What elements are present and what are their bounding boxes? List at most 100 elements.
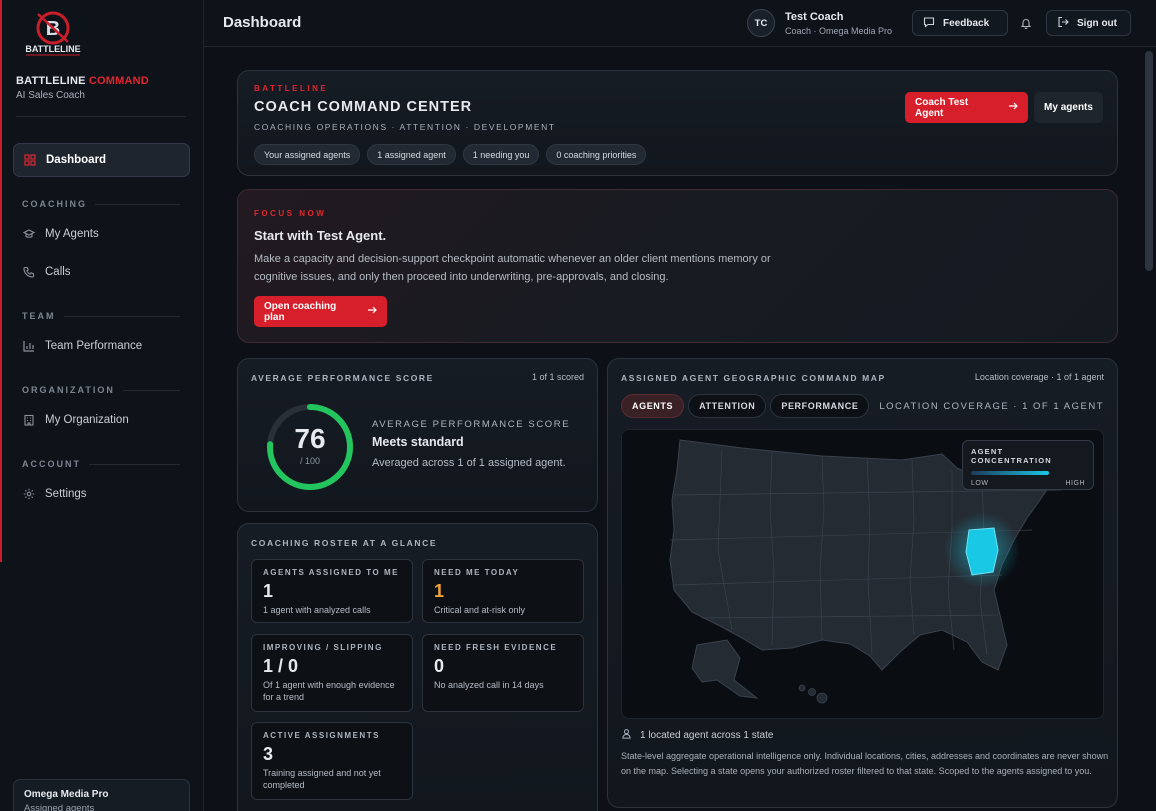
focus-now-card: FOCUS NOW Start with Test Agent. Make a …: [237, 189, 1118, 343]
command-center-card: BATTLELINE COACH COMMAND CENTER COACHING…: [237, 70, 1118, 176]
chip-needing-you: 1 needing you: [462, 144, 540, 165]
score-right-label: AVERAGE PERFORMANCE SCORE: [372, 419, 571, 430]
nav-team-performance-label: Team Performance: [45, 340, 143, 352]
stat-desc: Of 1 agent with enough evidence for a tr…: [263, 680, 395, 702]
state-ohio-highlight: [965, 527, 999, 576]
score-status: Meets standard: [372, 435, 464, 449]
tab-attention[interactable]: ATTENTION: [688, 394, 767, 418]
feedback-button[interactable]: Feedback: [912, 10, 1008, 36]
nav-my-agents[interactable]: My Agents: [13, 217, 190, 251]
stat-value: 1: [434, 581, 445, 601]
nav-dashboard-label: Dashboard: [46, 154, 107, 166]
focus-body: Make a capacity and decision-support che…: [254, 253, 771, 283]
chip-assigned-agents: Your assigned agents: [254, 144, 361, 165]
command-subtitle: COACHING OPERATIONS · ATTENTION · DEVELO…: [254, 122, 556, 132]
legend-gradient: [971, 471, 1049, 475]
nav-section-coaching: COACHING: [22, 199, 180, 209]
nav-dashboard[interactable]: Dashboard: [13, 143, 190, 177]
scrollbar[interactable]: [1145, 51, 1153, 271]
map-legend: AGENT CONCENTRATION LOW HIGH: [962, 440, 1094, 490]
stat-label: ACTIVE ASSIGNMENTS: [263, 731, 380, 740]
geographic-map-card: ASSIGNED AGENT GEOGRAPHIC COMMAND MAP Lo…: [607, 358, 1118, 808]
score-description: Averaged across 1 of 1 assigned agent.: [372, 457, 566, 469]
bell-icon[interactable]: [1020, 16, 1032, 30]
stat-label: NEED ME TODAY: [434, 568, 520, 577]
sidebar: B BATTLELINE BATTLELINE COMMAND AI Sales…: [0, 0, 204, 811]
score-meta: 1 of 1 scored: [531, 372, 584, 382]
gear-icon: [23, 488, 35, 500]
legend-high: HIGH: [1065, 480, 1085, 487]
nav-team-performance[interactable]: Team Performance: [13, 329, 190, 363]
brand-subtitle: AI Sales Coach: [16, 90, 85, 101]
nav-section-team: TEAM: [22, 311, 180, 321]
map-tabs: AGENTS ATTENTION PERFORMANCE: [621, 394, 870, 418]
map-note: State-level aggregate operational intell…: [621, 751, 1109, 776]
command-eyebrow: BATTLELINE: [254, 84, 329, 93]
user-role: Coach · Omega Media Pro: [785, 26, 893, 36]
stat-label: AGENTS ASSIGNED TO ME: [263, 568, 399, 577]
stat-value: 1 / 0: [263, 656, 299, 676]
phone-icon: [23, 266, 35, 278]
stat-need-me-today[interactable]: NEED ME TODAY 1 Critical and at-risk onl…: [422, 559, 584, 623]
user-name: Test Coach: [785, 11, 844, 23]
grid-icon: [24, 154, 36, 166]
sign-out-label: Sign out: [1077, 17, 1117, 29]
nav-section-organization: ORGANIZATION: [22, 385, 180, 395]
logo-text: BATTLELINE: [25, 44, 80, 54]
stat-agents-assigned[interactable]: AGENTS ASSIGNED TO ME 1 1 agent with ana…: [251, 559, 413, 623]
bar-chart-icon: [23, 340, 35, 352]
stat-desc: Training assigned and not yet completed: [263, 768, 381, 790]
nav-my-organization[interactable]: My Organization: [13, 403, 190, 437]
coach-agent-button[interactable]: Coach Test Agent: [905, 92, 1028, 123]
legend-low: LOW: [971, 480, 989, 487]
focus-eyebrow: FOCUS NOW: [254, 209, 327, 218]
sign-out-icon: [1057, 16, 1069, 31]
stat-desc: No analyzed call in 14 days: [434, 680, 544, 690]
stat-value: 1: [263, 581, 274, 601]
map-card-label: ASSIGNED AGENT GEOGRAPHIC COMMAND MAP: [621, 373, 886, 383]
tab-performance[interactable]: PERFORMANCE: [770, 394, 870, 418]
brand-name: BATTLELINE COMMAND: [16, 75, 149, 87]
brand-divider: [16, 116, 186, 117]
alaska: [691, 639, 759, 699]
my-agents-button[interactable]: My agents: [1034, 92, 1103, 123]
hawaii: [798, 684, 828, 704]
legend-title: AGENT CONCENTRATION: [971, 447, 1052, 465]
score-value: 76: [294, 423, 326, 454]
stat-value: 0: [434, 656, 445, 676]
stat-label: IMPROVING / SLIPPING: [263, 643, 383, 652]
chip-assigned-count: 1 assigned agent: [367, 144, 456, 165]
avatar[interactable]: TC: [747, 9, 775, 37]
score-card-label: AVERAGE PERFORMANCE SCORE: [251, 373, 434, 383]
nav-my-agents-label: My Agents: [45, 228, 99, 240]
arrow-right-icon: [367, 305, 377, 318]
score-max: / 100: [299, 456, 321, 466]
nav-settings[interactable]: Settings: [13, 477, 190, 511]
stat-label: NEED FRESH EVIDENCE: [434, 643, 558, 652]
map-footer-text: 1 located agent across 1 state: [640, 729, 774, 741]
tab-agents[interactable]: AGENTS: [621, 394, 685, 418]
map-coverage: LOCATION COVERAGE · 1 OF 1 AGENT: [879, 401, 1104, 412]
top-header: Dashboard TC Test Coach Coach · Omega Me…: [204, 0, 1156, 47]
stat-active-assignments[interactable]: ACTIVE ASSIGNMENTS 3 Training assigned a…: [251, 722, 413, 800]
org-card-title: Omega Media Pro: [24, 789, 109, 800]
coach-agent-label: Coach Test Agent: [915, 96, 969, 119]
command-title: COACH COMMAND CENTER: [254, 99, 473, 115]
roster-card-label: COACHING ROSTER AT A GLANCE: [251, 538, 438, 548]
stat-desc: Critical and at-risk only: [434, 605, 526, 615]
focus-title: Start with Test Agent.: [254, 228, 387, 243]
us-map[interactable]: AGENT CONCENTRATION LOW HIGH: [621, 429, 1104, 719]
map-footer: 1 located agent across 1 state: [621, 728, 773, 742]
sign-out-button[interactable]: Sign out: [1046, 10, 1131, 36]
open-coaching-plan-button[interactable]: Open coaching plan: [254, 296, 387, 327]
nav-settings-label: Settings: [45, 488, 87, 500]
stat-need-fresh-evidence[interactable]: NEED FRESH EVIDENCE 0 No analyzed call i…: [422, 634, 584, 712]
organization-card[interactable]: Omega Media Pro Assigned agents: [13, 779, 190, 811]
arrow-right-icon: [1008, 101, 1018, 114]
nav-calls-label: Calls: [45, 266, 71, 278]
stat-improving-slipping[interactable]: IMPROVING / SLIPPING 1 / 0 Of 1 agent wi…: [251, 634, 413, 712]
chip-coaching-priorities: 0 coaching priorities: [546, 144, 647, 165]
nav-my-organization-label: My Organization: [45, 414, 129, 426]
battleline-logo[interactable]: B BATTLELINE: [16, 8, 90, 58]
nav-calls[interactable]: Calls: [13, 255, 190, 289]
